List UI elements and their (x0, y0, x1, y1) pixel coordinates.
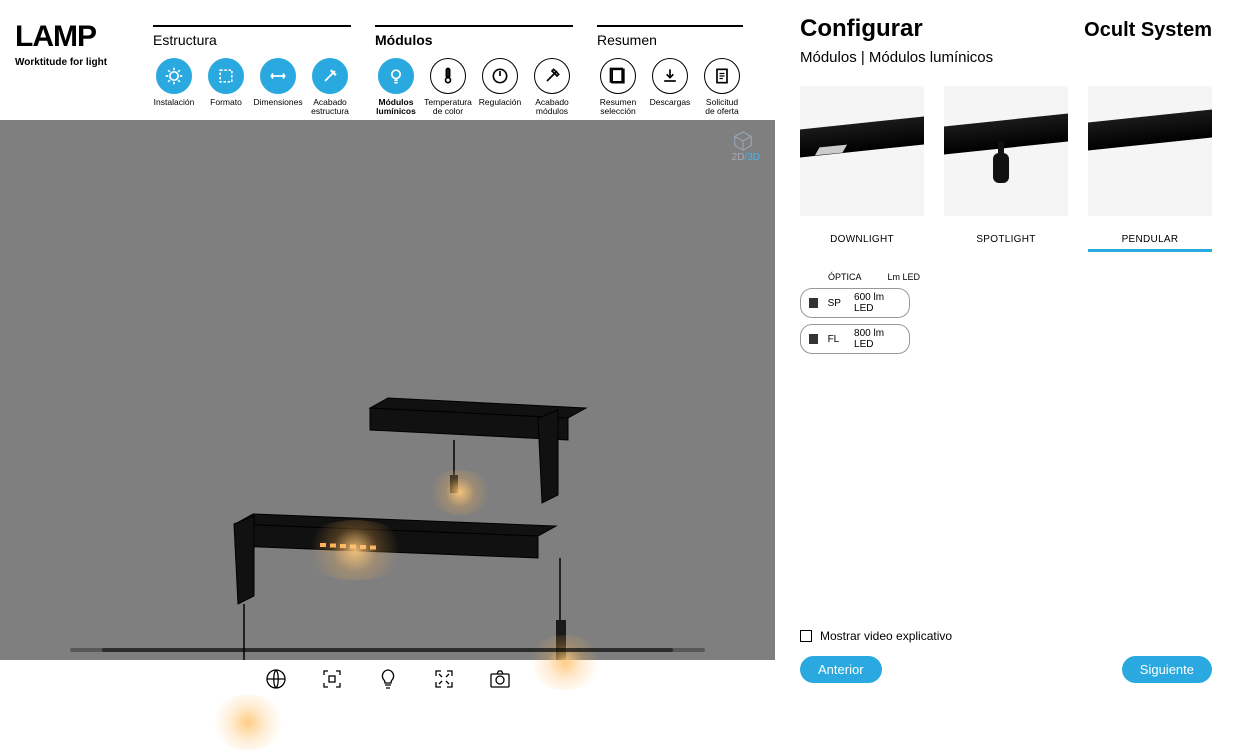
step-formato[interactable]: Formato (205, 58, 247, 117)
step-regulacion[interactable]: Regulación (479, 58, 521, 117)
panel-title: Configurar (800, 15, 923, 43)
checkbox-icon (809, 298, 818, 308)
prev-button[interactable]: Anterior (800, 656, 882, 683)
step-bar: EstructuraInstalaciónFormatoDimensionesA… (153, 0, 775, 120)
show-video-checkbox[interactable]: Mostrar video explicativo (800, 629, 952, 643)
checkbox-icon (809, 334, 818, 344)
resumen-seleccion-icon (600, 58, 636, 94)
regulacion-icon (482, 58, 518, 94)
option-sp[interactable]: SP600 lm LED (800, 288, 910, 318)
fullscreen-icon[interactable] (431, 666, 457, 692)
col-lm: Lm LED (888, 272, 921, 282)
step-descargas[interactable]: Descargas (649, 58, 691, 117)
card-label: DOWNLIGHT (830, 234, 894, 245)
breadcrumb: Módulos | Módulos lumínicos (800, 49, 1212, 66)
brand-logo: LAMP Worktitude for light (0, 0, 153, 120)
viewer-3d[interactable]: 2D/3D (0, 120, 775, 660)
step-solicitud-oferta[interactable]: Solicitud de oferta (701, 58, 743, 117)
card-label: PENDULAR (1122, 234, 1179, 245)
camera-icon[interactable] (487, 666, 513, 692)
viewer-toolbar (0, 660, 775, 698)
logo-tagline: Worktitude for light (15, 57, 153, 68)
checkbox-icon (800, 630, 812, 642)
step-resumen-seleccion[interactable]: Resumen selección (597, 58, 639, 117)
globe-icon[interactable] (263, 666, 289, 692)
instalacion-icon (156, 58, 192, 94)
card-spotlight[interactable]: SPOTLIGHT (944, 86, 1068, 252)
step-acabado-estructura[interactable]: Acabado estructura (309, 58, 351, 117)
step-instalacion[interactable]: Instalación (153, 58, 195, 117)
acabado-modulos-icon (534, 58, 570, 94)
card-thumb (944, 86, 1068, 216)
card-thumb (800, 86, 924, 216)
next-button[interactable]: Siguiente (1122, 656, 1212, 683)
modulos-luminicos-icon (378, 58, 414, 94)
step-acabado-modulos[interactable]: Acabado módulos (531, 58, 573, 117)
card-downlight[interactable]: DOWNLIGHT (800, 86, 924, 252)
stepgroup-2: Resumen (597, 25, 743, 53)
focus-icon[interactable] (319, 666, 345, 692)
option-fl[interactable]: FL800 lm LED (800, 324, 910, 354)
formato-icon (208, 58, 244, 94)
dimensiones-icon (260, 58, 296, 94)
step-modulos-luminicos[interactable]: Módulos lumínicos (375, 58, 417, 117)
bulb-icon[interactable] (375, 666, 401, 692)
step-dimensiones[interactable]: Dimensiones (257, 58, 299, 117)
product-name: Ocult System (1084, 19, 1212, 42)
card-label: SPOTLIGHT (976, 234, 1035, 245)
temperatura-icon (430, 58, 466, 94)
stepgroup-1: Módulos (375, 25, 573, 53)
module-cards: DOWNLIGHT SPOTLIGHT PENDULAR (800, 86, 1212, 252)
descargas-icon (652, 58, 688, 94)
solicitud-oferta-icon (704, 58, 740, 94)
render-scene (0, 120, 775, 660)
card-pendular[interactable]: PENDULAR (1088, 86, 1212, 252)
acabado-estructura-icon (312, 58, 348, 94)
stepgroup-0: Estructura (153, 25, 351, 53)
logo-text: LAMP (15, 25, 96, 49)
card-thumb (1088, 86, 1212, 216)
step-temperatura[interactable]: Temperatura de color (427, 58, 469, 117)
viewer-scrollbar[interactable] (70, 648, 705, 652)
col-optica: ÓPTICA (828, 272, 862, 282)
